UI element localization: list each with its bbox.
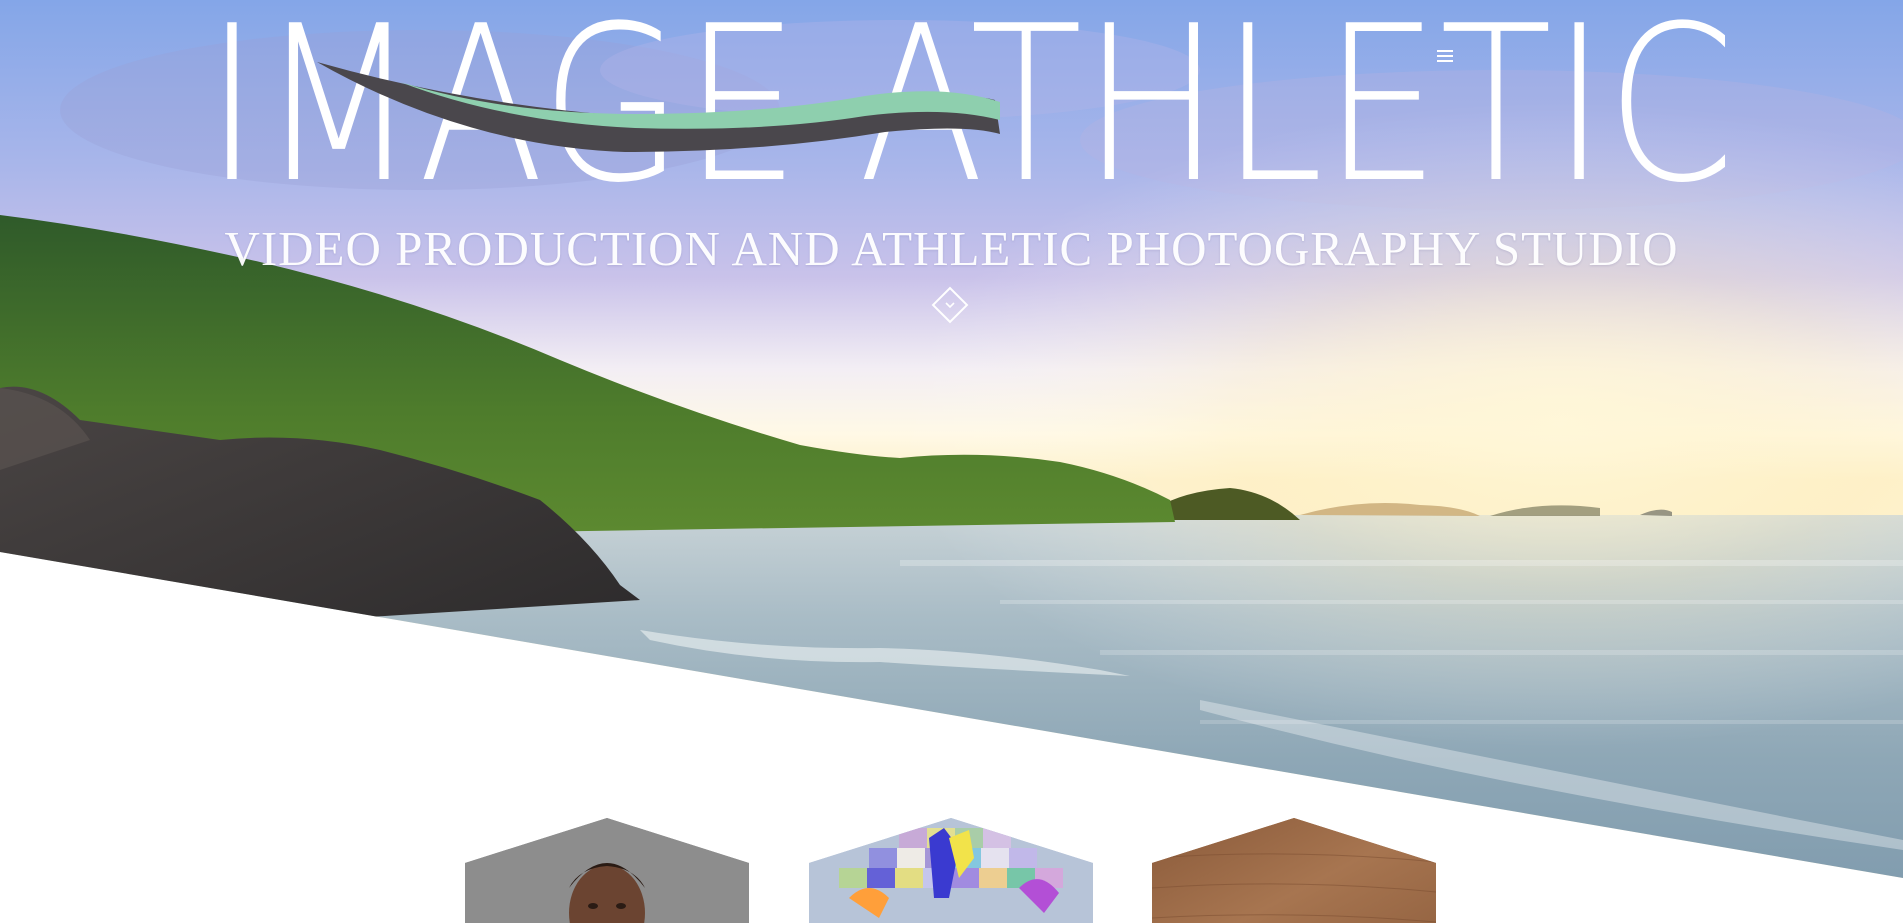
portfolio-tile-mosaic[interactable] (809, 818, 1093, 923)
chevron-down-icon (931, 286, 969, 324)
wood-court-image (1152, 818, 1436, 923)
hamburger-line (1437, 55, 1453, 57)
mosaic-illustration-image (809, 818, 1093, 923)
athlete-portrait-image (465, 818, 749, 923)
hamburger-line (1437, 60, 1453, 62)
site-logo[interactable]: IMAGE ATHLETIC (205, 0, 1735, 230)
logo-graphic: IMAGE ATHLETIC (205, 0, 1735, 230)
portfolio-tile-wood[interactable] (1152, 818, 1436, 923)
hamburger-line (1437, 50, 1453, 52)
site-tagline: VIDEO PRODUCTION AND ATHLETIC PHOTOGRAPH… (224, 221, 1679, 276)
portfolio-tile-portrait[interactable] (465, 818, 749, 923)
scroll-down-button[interactable] (930, 285, 970, 325)
hamburger-icon[interactable] (1437, 50, 1453, 63)
page: IMAGE ATHLETIC VIDEO PRODUCTION AND ATHL… (0, 0, 1903, 923)
portfolio-tiles (0, 818, 1903, 923)
